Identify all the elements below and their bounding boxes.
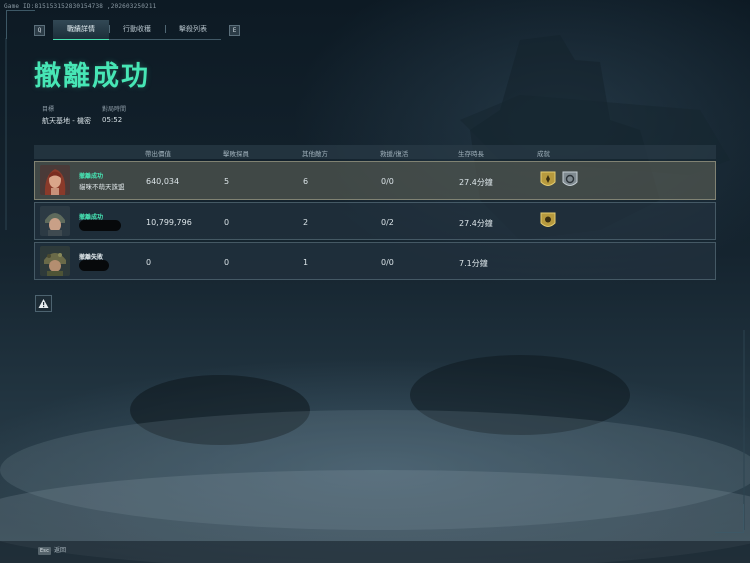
back-label[interactable]: 返回 xyxy=(54,547,66,555)
table-row[interactable]: 撤離失敗 0 0 1 0/0 7.1分鐘 xyxy=(34,242,716,280)
match-time-info: 對局時間 05:52 xyxy=(102,104,126,124)
tabs: 戰績詳情 行動收穫 擊殺列表 xyxy=(53,20,221,40)
survival-cell: 27.4分鐘 xyxy=(459,219,493,228)
player-avatar xyxy=(40,246,70,276)
player-avatar xyxy=(40,206,70,236)
header-operator-kills: 擊敗探員 xyxy=(223,150,249,158)
rescue-cell: 0/0 xyxy=(381,177,394,186)
warning-icon xyxy=(38,299,49,308)
header-achievements: 成就 xyxy=(537,150,550,158)
frame-corner-top-left xyxy=(6,10,35,39)
game-id-watermark: Game ID:815153152830154738 ,202603250211 xyxy=(4,3,157,10)
tab-kill-list[interactable]: 擊殺列表 xyxy=(165,20,221,39)
header-rescue: 救援/復活 xyxy=(380,150,409,158)
tab-action-rewards[interactable]: 行動收穫 xyxy=(109,20,165,39)
operator-kills-cell: 0 xyxy=(224,218,230,227)
stats-table: 帶出價值 擊敗探員 其他敵方 救援/復活 生存時長 成就 撤離成功 貓咪不萌天誅… xyxy=(34,145,716,280)
censored-player-name xyxy=(79,220,121,231)
female-operator-portrait-icon xyxy=(40,165,70,195)
prev-tab-key[interactable]: Q xyxy=(34,24,45,36)
bottom-bar xyxy=(0,541,750,563)
operator-kills-cell: 5 xyxy=(224,177,230,186)
player-status: 撤離成功 xyxy=(79,173,104,180)
helmet-operator-portrait-icon xyxy=(40,206,70,236)
gold-shield-badge-icon[interactable] xyxy=(539,170,557,190)
report-warning-button[interactable] xyxy=(35,295,52,312)
censored-player-name xyxy=(79,260,109,271)
header-other-kills: 其他敵方 xyxy=(302,150,328,158)
table-row[interactable]: 撤離成功 10,799,796 0 2 0/2 27.4分鐘 xyxy=(34,202,716,240)
camo-operator-portrait-icon xyxy=(40,246,70,276)
table-row[interactable]: 撤離成功 貓咪不萌天誅盟 640,034 5 6 0/0 27.4分鐘 xyxy=(34,161,716,200)
player-avatar xyxy=(40,165,70,195)
next-tab-key[interactable]: E xyxy=(229,24,240,36)
value-cell: 10,799,796 xyxy=(146,218,192,227)
page-title: 撤離成功 xyxy=(34,61,150,92)
rescue-cell: 0/2 xyxy=(381,218,394,227)
frame-corner-bottom-right xyxy=(715,504,744,533)
value-cell: 640,034 xyxy=(146,177,180,186)
gold-shield-badge-icon[interactable] xyxy=(539,211,557,231)
rescue-cell: 0/0 xyxy=(381,258,394,267)
header-value: 帶出價值 xyxy=(145,150,171,158)
tab-bar: Q 戰績詳情 行動收穫 擊殺列表 E xyxy=(34,20,240,40)
match-time-value: 05:52 xyxy=(102,116,123,124)
other-kills-cell: 2 xyxy=(303,218,309,227)
other-kills-cell: 6 xyxy=(303,177,309,186)
esc-key[interactable]: Esc xyxy=(38,547,52,555)
value-cell: 0 xyxy=(146,258,152,267)
survival-cell: 27.4分鐘 xyxy=(459,178,493,187)
operator-kills-cell: 0 xyxy=(224,258,230,267)
survival-cell: 7.1分鐘 xyxy=(459,259,488,268)
target-value: 航天基地 - 機密 xyxy=(42,117,91,125)
silver-emblem-badge-icon[interactable] xyxy=(561,170,579,190)
header-survival: 生存時長 xyxy=(458,150,484,158)
table-header: 帶出價值 擊敗探員 其他敵方 救援/復活 生存時長 成就 xyxy=(34,145,716,159)
tab-battle-details[interactable]: 戰績詳情 xyxy=(53,20,109,40)
match-time-label: 對局時間 xyxy=(102,106,127,113)
target-info: 目標 航天基地 - 機密 xyxy=(42,104,91,126)
target-label: 目標 xyxy=(42,106,55,113)
other-kills-cell: 1 xyxy=(303,258,309,267)
player-name: 貓咪不萌天誅盟 xyxy=(79,183,125,191)
